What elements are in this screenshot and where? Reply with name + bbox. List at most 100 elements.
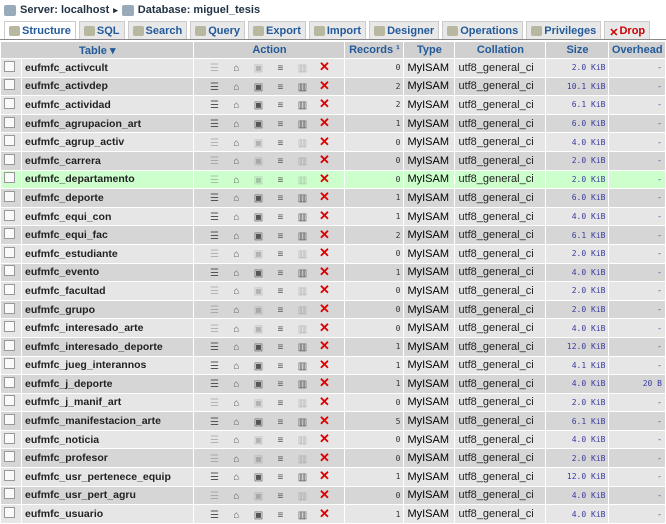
size-link[interactable]: 2.0 KiB xyxy=(546,449,609,468)
row-checkbox[interactable] xyxy=(4,339,15,351)
size-link[interactable]: 4.1 KiB xyxy=(546,356,609,375)
search-icon[interactable]: ▣ xyxy=(252,63,264,74)
table-row[interactable]: eufmfc_agrup_activ ☰ ⌂ ▣ ≡ ▥ ✕ 0 MyISAM utf8_gene… xyxy=(1,133,665,151)
row-checkbox-cell[interactable] xyxy=(1,393,21,412)
empty-icon[interactable]: ▥ xyxy=(296,138,308,149)
empty-icon[interactable]: ▥ xyxy=(296,249,308,260)
browse-icon[interactable]: ☰ xyxy=(208,472,220,483)
insert-icon[interactable]: ≡ xyxy=(274,491,286,502)
tab-designer[interactable]: Designer xyxy=(369,21,440,39)
drop-icon[interactable]: ✕ xyxy=(318,469,330,482)
drop-icon[interactable]: ✕ xyxy=(318,395,330,408)
insert-icon[interactable]: ≡ xyxy=(274,286,286,297)
row-checkbox[interactable] xyxy=(4,209,15,221)
browse-icon[interactable]: ☰ xyxy=(208,138,220,149)
empty-icon[interactable]: ▥ xyxy=(296,342,308,353)
drop-icon[interactable]: ✕ xyxy=(318,488,330,501)
row-checkbox-cell[interactable] xyxy=(1,59,21,77)
browse-icon[interactable]: ☰ xyxy=(208,361,220,372)
search-icon[interactable]: ▣ xyxy=(252,268,264,279)
table-name-link[interactable]: eufmfc_facultad xyxy=(22,282,194,300)
structure-icon[interactable]: ⌂ xyxy=(230,491,242,502)
drop-icon[interactable]: ✕ xyxy=(318,376,330,389)
size-link[interactable]: 2.0 KiB xyxy=(546,300,609,319)
row-checkbox-cell[interactable] xyxy=(1,337,21,356)
size-link[interactable]: 6.1 KiB xyxy=(546,96,609,114)
drop-icon[interactable]: ✕ xyxy=(318,451,330,464)
drop-icon[interactable]: ✕ xyxy=(318,209,330,222)
column-header-collation[interactable]: Collation xyxy=(455,42,546,58)
table-name-link[interactable]: eufmfc_usr_pert_agru xyxy=(22,486,194,505)
row-checkbox[interactable] xyxy=(4,321,15,333)
column-header-table[interactable]: Table ▾ xyxy=(1,42,194,58)
structure-icon[interactable]: ⌂ xyxy=(230,156,242,167)
insert-icon[interactable]: ≡ xyxy=(274,510,286,521)
empty-icon[interactable]: ▥ xyxy=(296,63,308,74)
row-checkbox-cell[interactable] xyxy=(1,412,21,430)
table-name-link[interactable]: eufmfc_agrup_activ xyxy=(22,133,194,151)
insert-icon[interactable]: ≡ xyxy=(274,268,286,279)
table-row[interactable]: eufmfc_carrera ☰ ⌂ ▣ ≡ ▥ ✕ 0 MyISAM utf8_general_… xyxy=(1,151,665,170)
search-icon[interactable]: ▣ xyxy=(252,82,264,93)
structure-icon[interactable]: ⌂ xyxy=(230,324,242,335)
search-icon[interactable]: ▣ xyxy=(252,156,264,167)
row-checkbox-cell[interactable] xyxy=(1,170,21,189)
structure-icon[interactable]: ⌂ xyxy=(230,119,242,130)
structure-icon[interactable]: ⌂ xyxy=(230,379,242,390)
empty-icon[interactable]: ▥ xyxy=(296,361,308,372)
table-row[interactable]: eufmfc_facultad ☰ ⌂ ▣ ≡ ▥ ✕ 0 MyISAM utf8_general… xyxy=(1,282,665,300)
empty-icon[interactable]: ▥ xyxy=(296,510,308,521)
table-row[interactable]: eufmfc_usr_pert_agru ☰ ⌂ ▣ ≡ ▥ ✕ 0 MyISAM utf8_ge… xyxy=(1,486,665,505)
size-link[interactable]: 2.0 KiB xyxy=(546,244,609,263)
row-checkbox-cell[interactable] xyxy=(1,505,21,523)
column-header-records[interactable]: Records ¹ xyxy=(345,42,404,58)
search-icon[interactable]: ▣ xyxy=(252,398,264,409)
table-name-link[interactable]: eufmfc_equi_con xyxy=(22,207,194,226)
tab-sql[interactable]: SQL xyxy=(78,21,125,39)
drop-icon[interactable]: ✕ xyxy=(318,265,330,278)
row-checkbox-cell[interactable] xyxy=(1,226,21,244)
row-checkbox-cell[interactable] xyxy=(1,430,21,449)
search-icon[interactable]: ▣ xyxy=(252,324,264,335)
size-link[interactable]: 6.0 KiB xyxy=(546,189,609,207)
table-row[interactable]: eufmfc_interesado_deporte ☰ ⌂ ▣ ≡ ▥ ✕ 1 MyISAM ut… xyxy=(1,337,665,356)
structure-icon[interactable]: ⌂ xyxy=(230,63,242,74)
table-row[interactable]: eufmfc_activcult ☰ ⌂ ▣ ≡ ▥ ✕ 0 MyISAM utf8_genera… xyxy=(1,59,665,77)
drop-icon[interactable]: ✕ xyxy=(318,153,330,166)
table-name-link[interactable]: eufmfc_estudiante xyxy=(22,244,194,263)
size-link[interactable]: 2.0 KiB xyxy=(546,59,609,77)
table-row[interactable]: eufmfc_agrupacion_art ☰ ⌂ ▣ ≡ ▥ ✕ 1 MyISAM utf8_g… xyxy=(1,114,665,133)
empty-icon[interactable]: ▥ xyxy=(296,193,308,204)
table-name-link[interactable]: eufmfc_actividad xyxy=(22,96,194,114)
empty-icon[interactable]: ▥ xyxy=(296,454,308,465)
row-checkbox[interactable] xyxy=(4,153,15,165)
table-row[interactable]: eufmfc_equi_con ☰ ⌂ ▣ ≡ ▥ ✕ 1 MyISAM utf8_general… xyxy=(1,207,665,226)
search-icon[interactable]: ▣ xyxy=(252,472,264,483)
row-checkbox-cell[interactable] xyxy=(1,96,21,114)
row-checkbox-cell[interactable] xyxy=(1,151,21,170)
tab-export[interactable]: Export xyxy=(248,21,306,39)
browse-icon[interactable]: ☰ xyxy=(208,156,220,167)
browse-icon[interactable]: ☰ xyxy=(208,435,220,446)
table-name-link[interactable]: eufmfc_grupo xyxy=(22,300,194,319)
insert-icon[interactable]: ≡ xyxy=(274,193,286,204)
table-row[interactable]: eufmfc_interesado_arte ☰ ⌂ ▣ ≡ ▥ ✕ 0 MyISAM utf8_… xyxy=(1,319,665,337)
insert-icon[interactable]: ≡ xyxy=(274,100,286,111)
row-checkbox-cell[interactable] xyxy=(1,486,21,505)
table-row[interactable]: eufmfc_profesor ☰ ⌂ ▣ ≡ ▥ ✕ 0 MyISAM utf8_general… xyxy=(1,449,665,468)
row-checkbox-cell[interactable] xyxy=(1,263,21,282)
browse-icon[interactable]: ☰ xyxy=(208,100,220,111)
insert-icon[interactable]: ≡ xyxy=(274,379,286,390)
insert-icon[interactable]: ≡ xyxy=(274,305,286,316)
drop-icon[interactable]: ✕ xyxy=(318,283,330,296)
table-name-link[interactable]: eufmfc_evento xyxy=(22,263,194,282)
browse-icon[interactable]: ☰ xyxy=(208,510,220,521)
drop-icon[interactable]: ✕ xyxy=(318,302,330,315)
structure-icon[interactable]: ⌂ xyxy=(230,82,242,93)
empty-icon[interactable]: ▥ xyxy=(296,491,308,502)
structure-icon[interactable]: ⌂ xyxy=(230,435,242,446)
empty-icon[interactable]: ▥ xyxy=(296,119,308,130)
row-checkbox[interactable] xyxy=(4,265,15,277)
search-icon[interactable]: ▣ xyxy=(252,342,264,353)
table-name-link[interactable]: eufmfc_noticia xyxy=(22,430,194,449)
